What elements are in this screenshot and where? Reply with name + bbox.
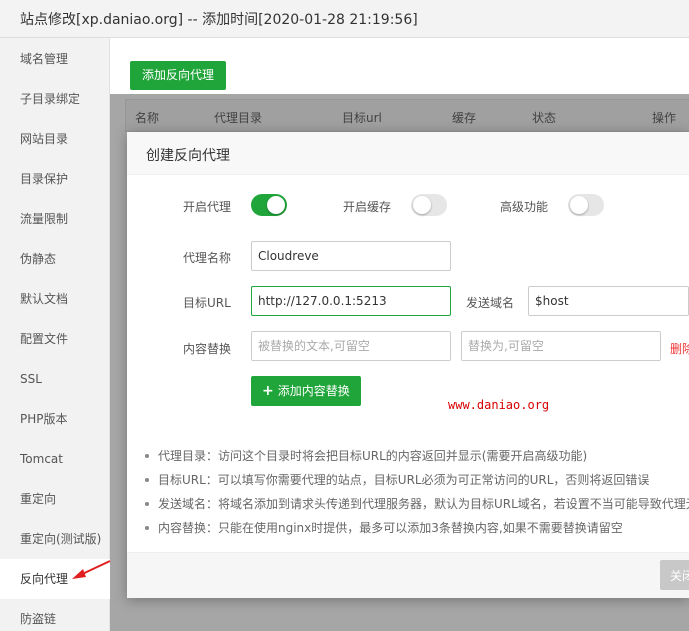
replace-to-input[interactable]: [461, 331, 661, 361]
toggle-knob: [413, 196, 431, 214]
sidebar-item-config-file[interactable]: 配置文件: [0, 319, 110, 359]
help-tips-list: 代理目录：访问这个目录时将会把目标URL的内容返回并显示(需要开启高级功能) 目…: [143, 444, 689, 540]
sidebar-item-redirect[interactable]: 重定向: [0, 479, 110, 519]
sidebar-item-rewrite[interactable]: 伪静态: [0, 239, 110, 279]
tip-item: 代理目录：访问这个目录时将会把目标URL的内容返回并显示(需要开启高级功能): [143, 444, 689, 468]
create-reverse-proxy-dialog: 创建反向代理 开启代理 开启缓存 高级功能 代理名称 目标URL 发送域名 内容…: [127, 132, 689, 598]
dialog-title: 创建反向代理: [146, 148, 230, 164]
window-title: 站点修改[xp.daniao.org] -- 添加时间[2020-01-28 2…: [20, 12, 418, 28]
sidebar-item-tomcat[interactable]: Tomcat: [0, 439, 110, 479]
sidebar-item-traffic-limit[interactable]: 流量限制: [0, 199, 110, 239]
tip-item: 发送域名：将域名添加到请求头传递到代理服务器，默认为目标URL域名，若设置不当可…: [143, 492, 689, 516]
replace-from-input[interactable]: [251, 331, 451, 361]
dialog-header: 创建反向代理: [127, 132, 689, 175]
proxy-name-input[interactable]: [251, 241, 451, 271]
sidebar-item-redirect-beta[interactable]: 重定向(测试版): [0, 519, 110, 559]
sidebar-item-ssl[interactable]: SSL: [0, 359, 110, 399]
dialog-footer: 关闭: [127, 552, 689, 598]
sidebar: 域名管理 子目录绑定 网站目录 目录保护 流量限制 伪静态 默认文档 配置文件 …: [0, 38, 110, 631]
sidebar-item-hotlink[interactable]: 防盗链: [0, 599, 110, 631]
tip-item: 内容替换：只能在使用nginx时提供，最多可以添加3条替换内容,如果不需要替换请…: [143, 516, 689, 540]
proxy-name-label: 代理名称: [183, 251, 232, 265]
sidebar-item-site-dir[interactable]: 网站目录: [0, 119, 110, 159]
sidebar-item-subdir[interactable]: 子目录绑定: [0, 79, 110, 119]
enable-proxy-label: 开启代理: [183, 200, 232, 214]
sidebar-item-dir-protect[interactable]: 目录保护: [0, 159, 110, 199]
plus-icon: +: [262, 383, 274, 399]
enable-proxy-toggle[interactable]: [251, 194, 287, 216]
enable-cache-toggle[interactable]: [411, 194, 447, 216]
send-domain-label: 发送域名: [466, 296, 515, 310]
add-content-replace-label: 添加内容替换: [277, 384, 350, 398]
tip-item: 目标URL：可以填写你需要代理的站点，目标URL必须为可正常访问的URL，否则将…: [143, 468, 689, 492]
toggle-knob: [570, 196, 588, 214]
watermark-text: www.daniao.org: [448, 398, 550, 412]
advanced-toggle[interactable]: [568, 194, 604, 216]
add-content-replace-button[interactable]: + 添加内容替换: [251, 376, 361, 406]
sidebar-item-default-doc[interactable]: 默认文档: [0, 279, 110, 319]
sidebar-item-reverse-proxy[interactable]: 反向代理: [0, 559, 110, 599]
close-button[interactable]: 关闭: [660, 560, 689, 590]
target-url-input[interactable]: [251, 286, 451, 316]
content-replace-label: 内容替换: [183, 342, 232, 356]
sidebar-item-php-version[interactable]: PHP版本: [0, 399, 110, 439]
delete-replace-link[interactable]: 删除: [670, 340, 689, 357]
target-url-label: 目标URL: [183, 296, 231, 310]
add-reverse-proxy-button[interactable]: 添加反向代理: [130, 61, 227, 90]
sidebar-item-domain[interactable]: 域名管理: [0, 39, 110, 79]
advanced-label: 高级功能: [500, 200, 549, 214]
toggle-knob: [267, 196, 285, 214]
send-domain-input[interactable]: [528, 286, 689, 316]
title-bar: 站点修改[xp.daniao.org] -- 添加时间[2020-01-28 2…: [0, 0, 689, 38]
enable-cache-label: 开启缓存: [343, 200, 392, 214]
